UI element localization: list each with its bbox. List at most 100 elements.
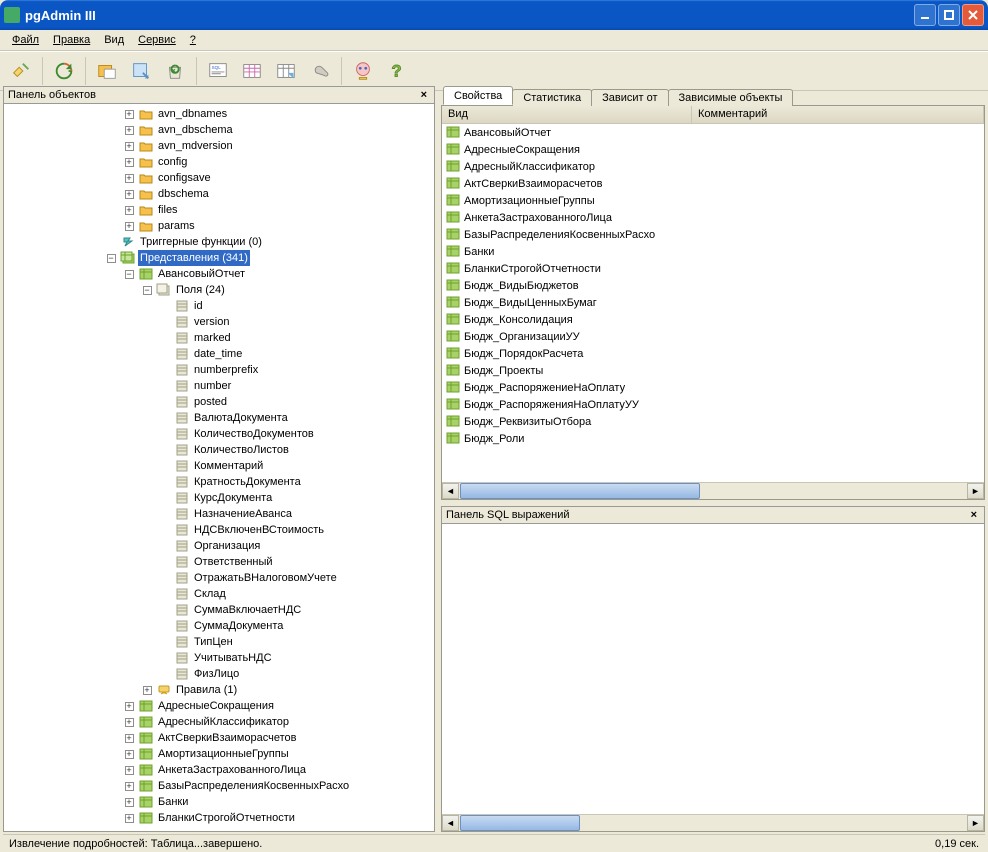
view-row[interactable]: АвансовыйОтчет xyxy=(442,124,984,141)
tree-field[interactable]: СуммаВключаетНДС xyxy=(4,602,434,618)
view-row[interactable]: БланкиСтрогойОтчетности xyxy=(442,260,984,277)
tree-view[interactable]: +АдресныйКлассификатор xyxy=(4,714,434,730)
views-list[interactable]: АвансовыйОтчетАдресныеСокращенияАдресный… xyxy=(442,124,984,482)
tree-view[interactable]: +АктСверкиВзаиморасчетов xyxy=(4,730,434,746)
expand-icon[interactable]: + xyxy=(120,698,138,714)
tree-field[interactable]: ТипЦен xyxy=(4,634,434,650)
column-comment[interactable]: Комментарий xyxy=(692,106,984,123)
maintenance-icon[interactable] xyxy=(305,56,335,86)
expand-icon[interactable]: + xyxy=(120,762,138,778)
table-icon[interactable] xyxy=(237,56,267,86)
tree-field[interactable]: ФизЛицо xyxy=(4,666,434,682)
tree-field[interactable]: СуммаДокумента xyxy=(4,618,434,634)
objects-panel-close-icon[interactable]: × xyxy=(418,89,430,101)
sql-hscroll[interactable]: ◄► xyxy=(442,814,984,831)
tree-field[interactable]: Ответственный xyxy=(4,554,434,570)
sql-panel-close-icon[interactable]: × xyxy=(968,509,980,521)
view-row[interactable]: Банки xyxy=(442,243,984,260)
tree-folder[interactable]: +params xyxy=(4,218,434,234)
tree-field[interactable]: КратностьДокумента xyxy=(4,474,434,490)
hint-icon[interactable] xyxy=(348,56,378,86)
view-row[interactable]: БазыРаспределенияКосвенныхРасхо xyxy=(442,226,984,243)
sql-body[interactable]: ◄► xyxy=(441,524,985,832)
tree-view[interactable]: +БланкиСтрогойОтчетности xyxy=(4,810,434,826)
tree-folder[interactable]: +configsave xyxy=(4,170,434,186)
expand-icon[interactable]: + xyxy=(120,810,138,826)
tree-field[interactable]: date_time xyxy=(4,346,434,362)
tree-field[interactable]: numberprefix xyxy=(4,362,434,378)
view-row[interactable]: Бюдж_ВидыЦенныхБумаг xyxy=(442,294,984,311)
tree-view[interactable]: +АнкетаЗастрахованногоЛица xyxy=(4,762,434,778)
view-row[interactable]: АнкетаЗастрахованногоЛица xyxy=(442,209,984,226)
tree-view[interactable]: +БазыРаспределенияКосвенныхРасхо xyxy=(4,778,434,794)
delete-icon[interactable] xyxy=(160,56,190,86)
tree-field[interactable]: НазначениеАванса xyxy=(4,506,434,522)
column-view[interactable]: Вид xyxy=(442,106,692,123)
tree-view[interactable]: −АвансовыйОтчет xyxy=(4,266,434,282)
expand-icon[interactable]: + xyxy=(120,202,138,218)
help-icon[interactable]: ? xyxy=(382,56,412,86)
view-row[interactable]: Бюдж_РаспоряженияНаОплатуУУ xyxy=(442,396,984,413)
tree-field[interactable]: version xyxy=(4,314,434,330)
refresh-icon[interactable] xyxy=(49,56,79,86)
properties-hscroll[interactable]: ◄► xyxy=(442,482,984,499)
properties-icon[interactable] xyxy=(92,56,122,86)
tree-field[interactable]: Комментарий xyxy=(4,458,434,474)
view-row[interactable]: АмортизационныеГруппы xyxy=(442,192,984,209)
tree-views-node[interactable]: −Представления (341) xyxy=(4,250,434,266)
tree-field[interactable]: ОтражатьВНалоговомУчете xyxy=(4,570,434,586)
tree-field[interactable]: КоличествоДокументов xyxy=(4,426,434,442)
menu-service[interactable]: Сервис xyxy=(132,32,182,48)
tree-folder[interactable]: +files xyxy=(4,202,434,218)
view-row[interactable]: АдресныйКлассификатор xyxy=(442,158,984,175)
maximize-button[interactable] xyxy=(938,4,960,26)
tree-folder[interactable]: +dbschema xyxy=(4,186,434,202)
tab-dependents[interactable]: Зависимые объекты xyxy=(668,89,794,106)
tree-field[interactable]: marked xyxy=(4,330,434,346)
expand-icon[interactable]: + xyxy=(120,794,138,810)
expand-icon[interactable]: + xyxy=(120,122,138,138)
menu-file[interactable]: Файл xyxy=(6,32,45,48)
menu-edit[interactable]: Правка xyxy=(47,32,96,48)
connect-icon[interactable] xyxy=(6,56,36,86)
expand-icon[interactable]: + xyxy=(120,746,138,762)
expand-icon[interactable]: + xyxy=(120,106,138,122)
filter-icon[interactable] xyxy=(271,56,301,86)
expand-icon[interactable]: + xyxy=(120,778,138,794)
view-row[interactable]: Бюдж_ПорядокРасчета xyxy=(442,345,984,362)
tree-field[interactable]: id xyxy=(4,298,434,314)
close-button[interactable] xyxy=(962,4,984,26)
collapse-icon[interactable]: − xyxy=(138,282,156,298)
tree-field[interactable]: УчитыватьНДС xyxy=(4,650,434,666)
expand-icon[interactable]: + xyxy=(120,138,138,154)
view-row[interactable]: АдресныеСокращения xyxy=(442,141,984,158)
menu-help[interactable]: ? xyxy=(184,32,202,48)
view-row[interactable]: Бюдж_Роли xyxy=(442,430,984,447)
tree-view[interactable]: +АмортизационныеГруппы xyxy=(4,746,434,762)
view-row[interactable]: Бюдж_РеквизитыОтбора xyxy=(442,413,984,430)
object-tree[interactable]: +avn_dbnames+avn_dbschema+avn_mdversion+… xyxy=(4,104,434,831)
menu-view[interactable]: Вид xyxy=(98,32,130,48)
expand-icon[interactable]: + xyxy=(120,154,138,170)
minimize-button[interactable] xyxy=(914,4,936,26)
tree-folder[interactable]: +avn_mdversion xyxy=(4,138,434,154)
tree-field[interactable]: Склад xyxy=(4,586,434,602)
view-row[interactable]: Бюдж_РаспоряжениеНаОплату xyxy=(442,379,984,396)
tree-view[interactable]: +Банки xyxy=(4,794,434,810)
tree-folder[interactable]: +config xyxy=(4,154,434,170)
tab-properties[interactable]: Свойства xyxy=(443,86,513,105)
tree-field[interactable]: number xyxy=(4,378,434,394)
collapse-icon[interactable]: − xyxy=(102,250,120,266)
tree-rules-node[interactable]: +Правила (1) xyxy=(4,682,434,698)
expand-icon[interactable]: + xyxy=(120,730,138,746)
tree-field[interactable]: Организация xyxy=(4,538,434,554)
expand-icon[interactable]: + xyxy=(120,218,138,234)
tree-field[interactable]: posted xyxy=(4,394,434,410)
view-row[interactable]: Бюдж_Проекты xyxy=(442,362,984,379)
tree-fields-node[interactable]: −Поля (24) xyxy=(4,282,434,298)
tree-trigger-functions[interactable]: Триггерные функции (0) xyxy=(4,234,434,250)
view-row[interactable]: Бюдж_ОрганизацииУУ xyxy=(442,328,984,345)
tab-statistics[interactable]: Статистика xyxy=(512,89,592,106)
tree-field[interactable]: КоличествоЛистов xyxy=(4,442,434,458)
expand-icon[interactable]: + xyxy=(120,170,138,186)
